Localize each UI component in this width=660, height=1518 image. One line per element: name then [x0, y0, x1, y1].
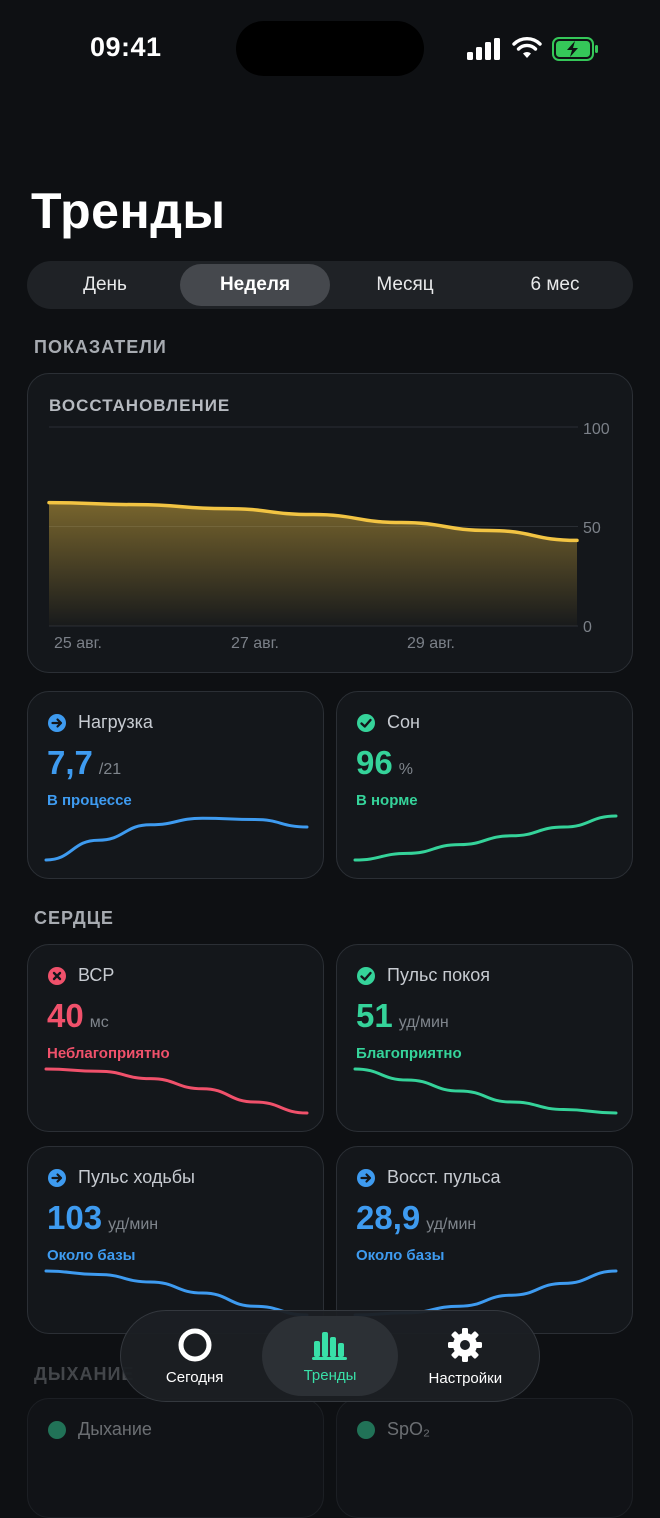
y-tick-100: 100 — [583, 421, 610, 438]
status-time: 09:41 — [90, 32, 162, 62]
walking-hr-sparkline — [44, 1269, 309, 1317]
bar-chart-icon — [311, 1331, 347, 1360]
dynamic-island — [236, 21, 424, 76]
tab-today-label: Сегодня — [165, 1368, 224, 1386]
tab-trends[interactable]: Тренды — [262, 1316, 398, 1396]
hr-recovery-card[interactable]: Восст. пульса 28,9 уд/мин Около базы — [336, 1146, 633, 1334]
trend-line — [353, 1269, 618, 1317]
tab-settings[interactable]: Настройки — [398, 1316, 533, 1396]
ring-icon — [178, 1328, 212, 1361]
recovery-chart: 100 50 0 25 авг. 27 авг. 29 авг. — [47, 421, 610, 652]
x-tick-label: 25 авг. — [54, 635, 102, 652]
y-tick-0: 0 — [583, 619, 592, 636]
breathing-title: Дыхание — [78, 1419, 152, 1439]
trend-line — [44, 1269, 309, 1317]
trend-line — [353, 1067, 618, 1115]
tab-today[interactable]: Сегодня — [127, 1316, 262, 1396]
y-tick-50: 50 — [583, 520, 601, 537]
gear-icon — [448, 1327, 483, 1362]
sleep-card[interactable]: Сон 96% В норме — [336, 691, 633, 879]
check-icon — [48, 1420, 66, 1439]
resting-hr-card[interactable]: Пульс покоя 51 уд/мин Благоприятно — [336, 944, 633, 1132]
cellular-signal-icon — [467, 38, 500, 60]
section-heart-label: СЕРДЦЕ — [34, 908, 114, 928]
segment-week[interactable]: Неделя — [180, 264, 330, 306]
spo2-title: SpO₂ — [387, 1419, 431, 1439]
wifi-icon — [512, 37, 542, 58]
tab-bar: Сегодня Тренды Настройки — [120, 1310, 540, 1402]
segment-day[interactable]: День — [30, 264, 180, 306]
resting-hr-sparkline — [353, 1067, 618, 1115]
load-sparkline — [44, 816, 309, 862]
section-indicators-label: ПОКАЗАТЕЛИ — [34, 337, 167, 357]
breathing-card[interactable]: Дыхание — [27, 1398, 324, 1518]
recovery-card[interactable]: ВОССТАНОВЛЕНИЕ 100 50 0 25 авг. 27 авг. … — [27, 373, 633, 673]
check-icon — [357, 1420, 375, 1439]
trend-line — [353, 814, 618, 862]
tab-trends-label: Тренды — [303, 1366, 357, 1384]
spo2-card[interactable]: SpO₂ — [336, 1398, 633, 1518]
period-segmented-control: День Неделя Месяц 6 мес — [27, 261, 633, 309]
sleep-sparkline — [353, 814, 618, 862]
segment-6-months[interactable]: 6 мес — [480, 264, 630, 306]
trend-line — [44, 816, 309, 862]
tab-settings-label: Настройки — [428, 1369, 503, 1387]
hr-recovery-sparkline — [353, 1269, 618, 1317]
hrv-sparkline — [44, 1067, 309, 1115]
segment-month[interactable]: Месяц — [330, 264, 480, 306]
page-title: Тренды — [31, 183, 226, 239]
load-card[interactable]: Нагрузка 7,7/21 В процессе — [27, 691, 324, 879]
walking-hr-card[interactable]: Пульс ходьбы 103 уд/мин Около базы — [27, 1146, 324, 1334]
x-tick-label: 27 авг. — [231, 635, 279, 652]
hrv-card[interactable]: ВСР 40 мс Неблагоприятно — [27, 944, 324, 1132]
recovery-area — [49, 502, 577, 626]
x-tick-label: 29 авг. — [407, 635, 455, 652]
section-breathing-label: ДЫХАНИЕ — [34, 1364, 135, 1384]
battery-charging-icon — [552, 37, 598, 61]
trend-line — [44, 1067, 309, 1115]
